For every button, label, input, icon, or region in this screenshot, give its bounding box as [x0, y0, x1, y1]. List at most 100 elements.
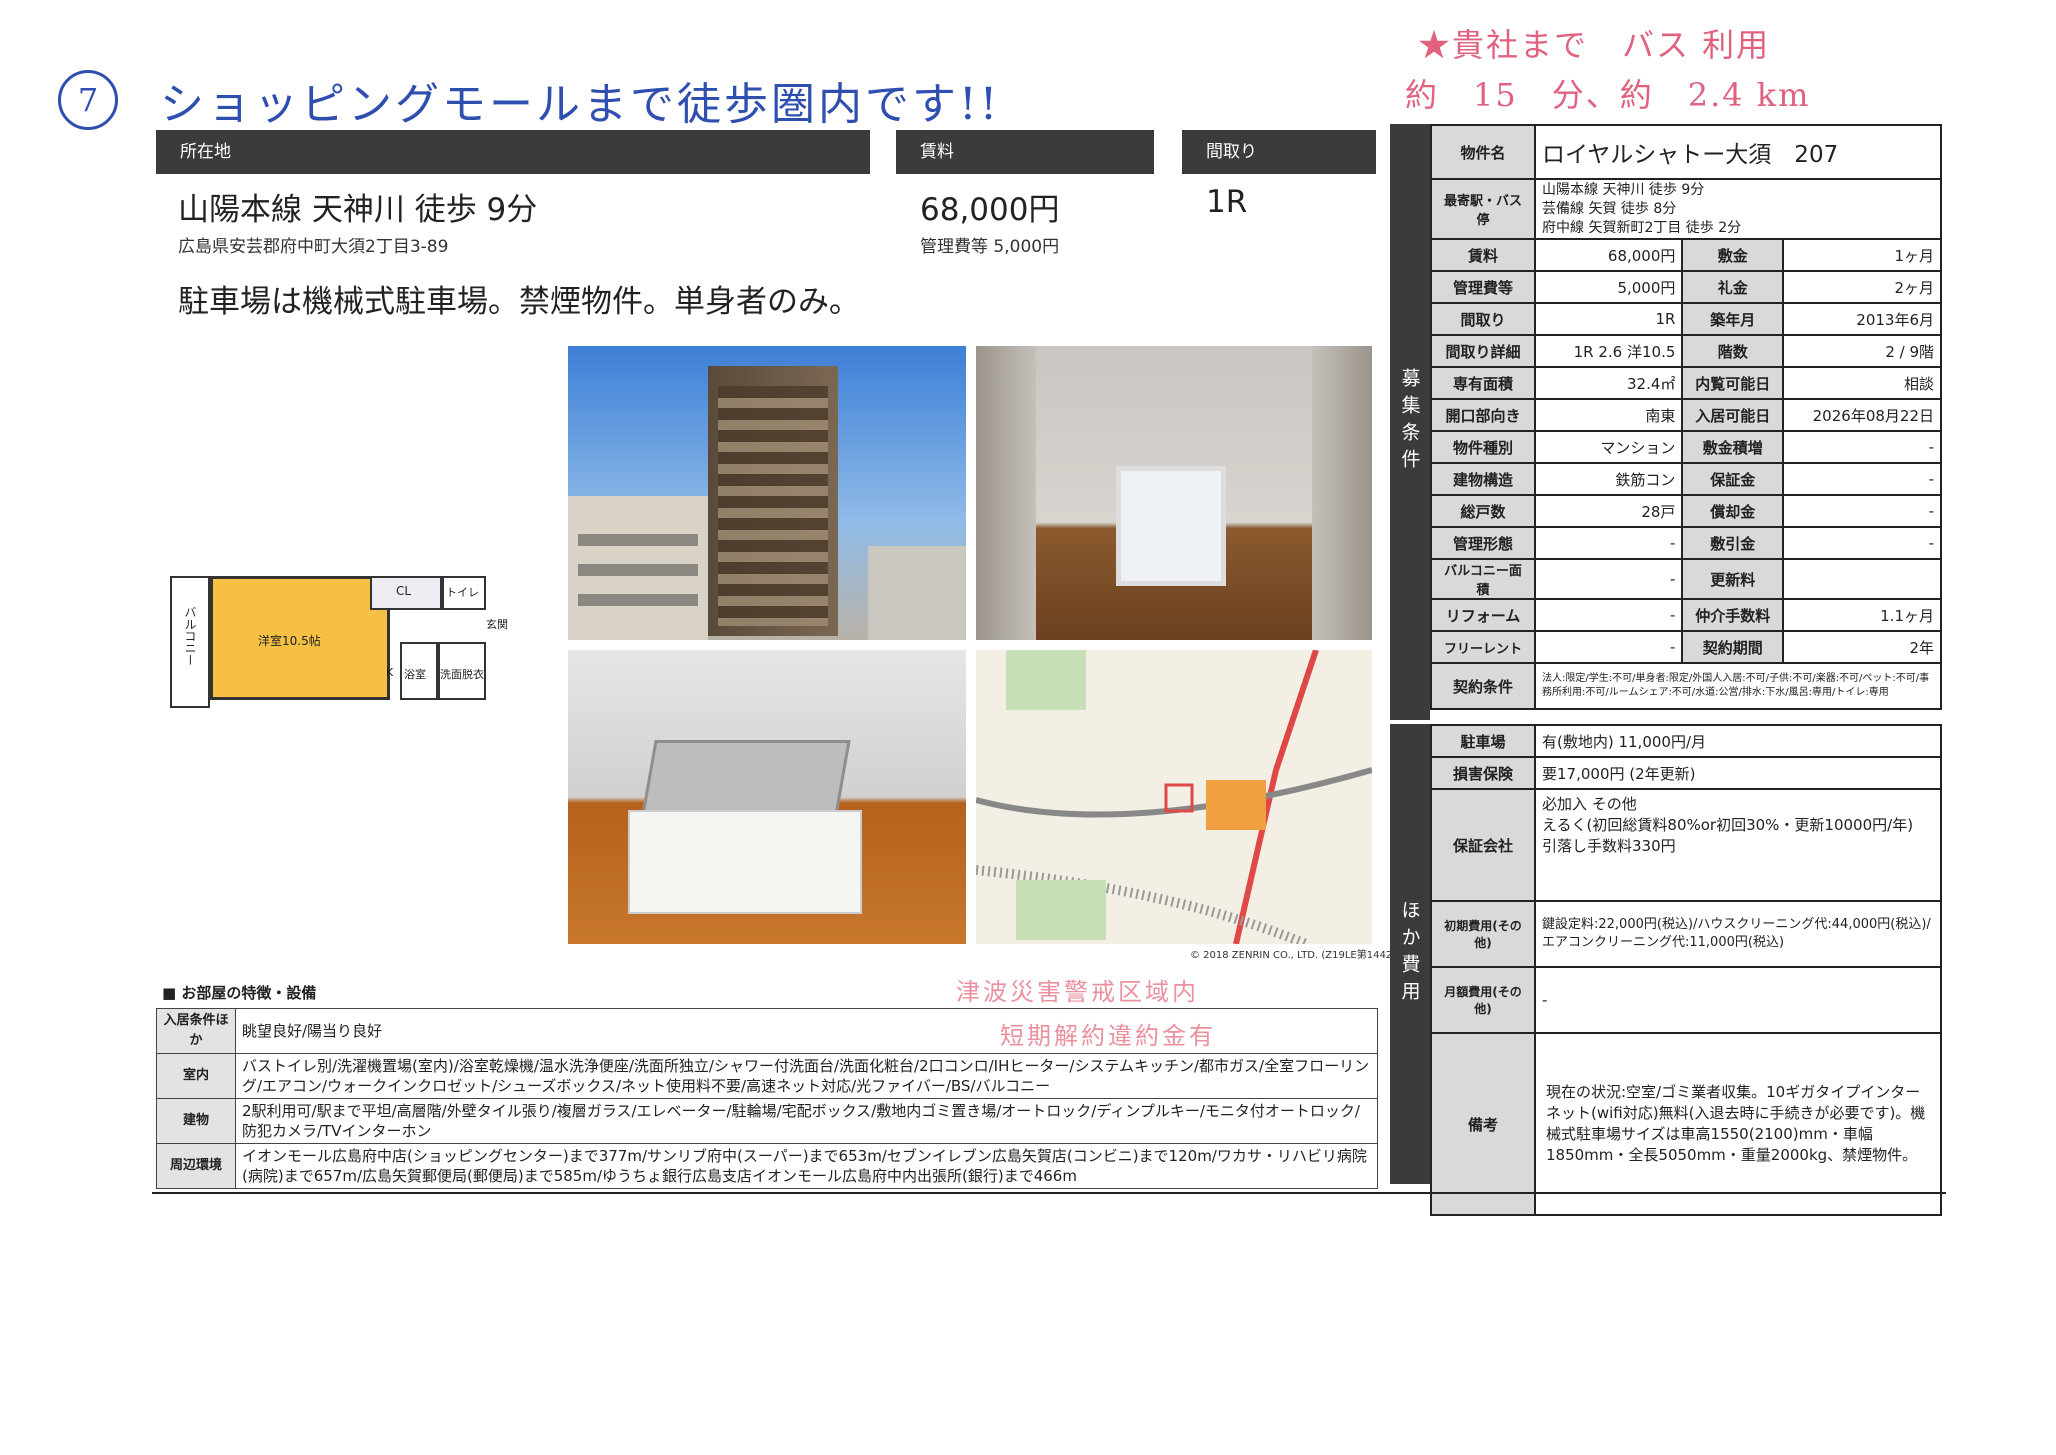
feature-text: イオンモール広島府中店(ショッピングセンター)まで377m/サンリブ府中(スーパ…: [235, 1143, 1378, 1189]
spec-label: 管理費等: [1430, 270, 1536, 304]
other-costs-side-label: ほか費用: [1390, 724, 1430, 1184]
feature-label: 建物: [156, 1098, 236, 1144]
spec-row: 管理費等 5,000円 礼金 2ヶ月: [1430, 270, 1942, 304]
spec-label: 階数: [1681, 334, 1785, 368]
map-credit: © 2018 ZENRIN CO., LTD. (Z19LE第1442号): [1190, 950, 1407, 961]
bottom-rule: [152, 1192, 1946, 1194]
washroom-label: 洗面脱衣: [440, 668, 484, 681]
feature-label: 周辺環境: [156, 1143, 236, 1189]
spec-label: 仲介手数料: [1681, 598, 1785, 632]
spec-label: 賃料: [1430, 238, 1536, 272]
recruit-side-label: 募集条件: [1390, 124, 1430, 720]
remarks-label: 備考: [1430, 1032, 1536, 1216]
red-note-line2: 約 15 分、約 2.4 km: [1405, 76, 1811, 114]
spec-row: 開口部向き 南東 入居可能日 2026年08月22日: [1430, 398, 1942, 432]
area-map: [976, 650, 1372, 944]
spec-value: 相談: [1782, 366, 1942, 400]
spec-label: 専有面積: [1430, 366, 1536, 400]
room-label: 洋室10.5帖: [258, 634, 321, 648]
spec-row: バルコニー面積 - 更新料: [1430, 558, 1942, 600]
circled-number: 7: [58, 70, 118, 130]
initial-cost-label: 初期費用(その他): [1430, 900, 1536, 968]
spec-row: 賃料 68,000円 敷金 1ヶ月: [1430, 238, 1942, 272]
spec-value: 1R: [1533, 302, 1684, 336]
contract-conditions: 法人:限定/学生:不可/単身者:限定/外国人入居:不可/子供:不可/楽器:不可/…: [1534, 662, 1942, 710]
feature-row: 周辺環境 イオンモール広島府中店(ショッピングセンター)まで377m/サンリブ府中…: [156, 1143, 1378, 1189]
spec-row: 総戸数 28戸 償却金 -: [1430, 494, 1942, 528]
spec-value: マンション: [1533, 430, 1684, 464]
headline: 駐車場は機械式駐車場。禁煙物件。単身者のみ。: [178, 284, 860, 320]
spec-row: フリーレント - 契約期間 2年: [1430, 630, 1942, 664]
spec-value: 鉄筋コン: [1533, 462, 1684, 496]
spec-value: 2年: [1782, 630, 1942, 664]
location-header: 所在地: [156, 130, 870, 174]
station-access: 山陽本線 天神川 徒歩 9分: [178, 192, 538, 228]
monthly-cost-value: -: [1534, 966, 1942, 1034]
guarantee-line-2: えるく(初回総賃料80%or初回30%・更新10000円/年): [1542, 816, 1914, 834]
station-1: 山陽本線 天神川 徒歩 9分: [1542, 181, 1705, 198]
handwritten-note: ショッピングモールまで徒歩圏内です!!: [160, 79, 1001, 130]
spec-label: 入居可能日: [1681, 398, 1785, 432]
feature-label: 室内: [156, 1053, 236, 1099]
features-title: ■ お部屋の特徴・設備: [162, 984, 317, 1002]
layout-header: 間取り: [1182, 130, 1376, 174]
insurance-value: 要17,000円 (2年更新): [1534, 756, 1942, 790]
spec-value: -: [1533, 630, 1684, 664]
spec-row: 間取り 1R 築年月 2013年6月: [1430, 302, 1942, 336]
spec-value: -: [1782, 526, 1942, 560]
layout-value: 1R: [1206, 184, 1248, 220]
spec-label: 更新料: [1681, 558, 1785, 600]
building-photo: [568, 346, 966, 640]
spec-label: 築年月: [1681, 302, 1785, 336]
spec-label: 償却金: [1681, 494, 1785, 528]
balcony-label: バルコニー: [183, 606, 197, 666]
kitchen-label: K: [386, 666, 394, 679]
spec-label: 契約期間: [1681, 630, 1785, 664]
spec-label: 礼金: [1681, 270, 1785, 304]
spec-value: 2026年08月22日: [1782, 398, 1942, 432]
station-2: 芸備線 矢賀 徒歩 8分: [1542, 200, 1677, 217]
station-3: 府中線 矢賀新町2丁目 徒歩 2分: [1542, 219, 1742, 236]
initial-cost-value: 鍵設定料:22,000円(税込)/ハウスクリーニング代:44,000円(税込)/…: [1534, 900, 1942, 968]
features-table: 入居条件ほか 眺望良好/陽当り良好 室内 バストイレ別/洗濯機置場(室内)/浴室乾燥機…: [156, 1008, 1378, 1189]
spec-label: フリーレント: [1430, 630, 1536, 664]
spec-value: 2ヶ月: [1782, 270, 1942, 304]
spec-label: 建物構造: [1430, 462, 1536, 496]
spec-label: バルコニー面積: [1430, 558, 1536, 600]
spec-value: -: [1782, 430, 1942, 464]
spec-label: 間取り: [1430, 302, 1536, 336]
spec-value: 2 / 9階: [1782, 334, 1942, 368]
guarantee-line-3: 引落し手数料330円: [1542, 837, 1676, 855]
guarantee-line-1: 必加入 その他: [1542, 795, 1637, 813]
spec-row: 物件種別 マンション 敷金積増 -: [1430, 430, 1942, 464]
spec-value: 28戸: [1533, 494, 1684, 528]
feature-row: 建物 2駅利用可/駅まで平坦/高層階/外壁タイル張り/複層ガラス/エレベーター/駐…: [156, 1098, 1378, 1144]
kitchen-photo: [568, 650, 966, 944]
spec-label: 開口部向き: [1430, 398, 1536, 432]
feature-text: 眺望良好/陽当り良好: [235, 1008, 1378, 1054]
address: 広島県安芸郡府中町大須2丁目3-89: [178, 237, 449, 257]
spec-label: 敷金積増: [1681, 430, 1785, 464]
spec-label: 間取り詳細: [1430, 334, 1536, 368]
bath-label: 浴室: [404, 668, 426, 681]
stamp-tsunami: 津波災害警戒区域内: [956, 978, 1199, 1006]
spec-label: 管理形態: [1430, 526, 1536, 560]
spec-value: 5,000円: [1533, 270, 1684, 304]
spec-value: 1.1ヶ月: [1782, 598, 1942, 632]
feature-text: バストイレ別/洗濯機置場(室内)/浴室乾燥機/温水洗浄便座/洗面所独立/シャワー…: [235, 1053, 1378, 1099]
spec-row: 間取り詳細 1R 2.6 洋10.5 階数 2 / 9階: [1430, 334, 1942, 368]
property-name: ロイヤルシャトー大須 207: [1534, 124, 1942, 180]
spec-label: 敷引金: [1681, 526, 1785, 560]
management-fee: 管理費等 5,000円: [920, 237, 1060, 257]
station-label: 最寄駅・バス停: [1430, 178, 1536, 240]
entrance-label: 玄関: [486, 618, 508, 631]
parking-label: 駐車場: [1430, 724, 1536, 758]
spec-row: 専有面積 32.4㎡ 内覧可能日 相談: [1430, 366, 1942, 400]
spec-value: -: [1533, 598, 1684, 632]
spec-value: 1R 2.6 洋10.5: [1533, 334, 1684, 368]
feature-row: 室内 バストイレ別/洗濯機置場(室内)/浴室乾燥機/温水洗浄便座/洗面所独立/シャ…: [156, 1053, 1378, 1099]
contract-label: 契約条件: [1430, 662, 1536, 710]
spec-label: 総戸数: [1430, 494, 1536, 528]
spec-value: -: [1533, 558, 1684, 600]
spec-value: -: [1782, 494, 1942, 528]
